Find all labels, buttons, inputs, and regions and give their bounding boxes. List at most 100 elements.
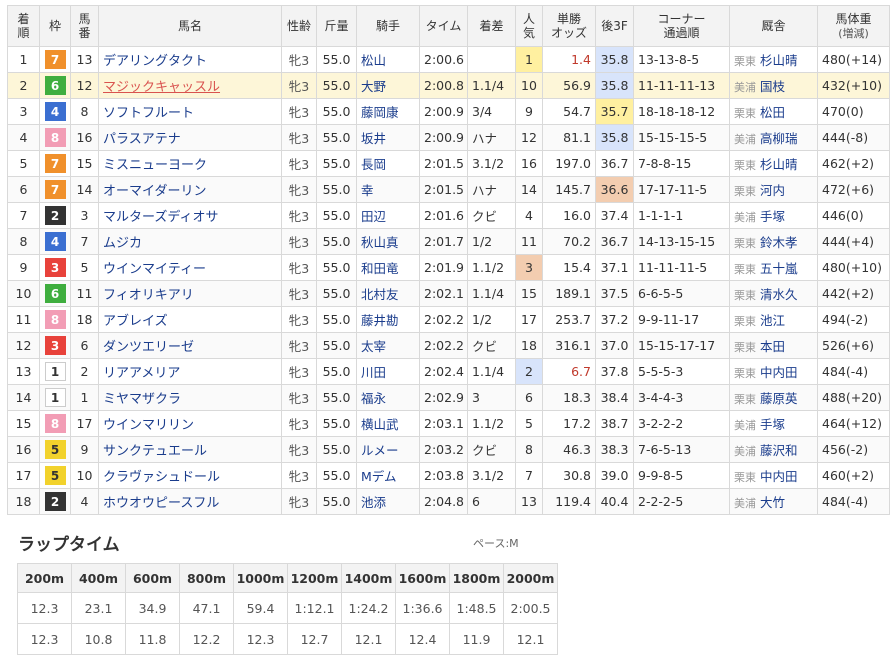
trainer-cell[interactable]: 美浦 藤沢和 [729,436,818,463]
horse-name-cell[interactable]: リアアメリア [98,358,282,385]
jockey-cell[interactable]: 松山 [356,46,420,73]
jockey-link[interactable]: 大野 [361,79,386,94]
horse-name-link[interactable]: ミヤマザクラ [103,392,181,407]
horse-name-cell[interactable]: ミスニューヨーク [98,150,282,177]
trainer-link[interactable]: 高柳瑞 [760,131,798,146]
horse-name-cell[interactable]: パラスアテナ [98,124,282,151]
trainer-cell[interactable]: 栗東 藤原英 [729,384,818,411]
header-time[interactable]: タイム [419,5,468,47]
trainer-link[interactable]: 杉山晴 [760,157,798,172]
jockey-link[interactable]: 坂井 [361,131,386,146]
trainer-link[interactable]: 杉山晴 [760,53,798,68]
jockey-link[interactable]: ルメー [361,443,399,458]
header-chakujun[interactable]: 着順 [7,5,40,47]
jockey-link[interactable]: 横山武 [361,417,399,432]
trainer-link[interactable]: 河内 [760,183,785,198]
horse-name-link[interactable]: クラヴァシュドール [103,470,220,485]
horse-name-link[interactable]: ホウオウピースフル [103,496,219,511]
jockey-link[interactable]: 田辺 [361,209,386,224]
jockey-link[interactable]: 川田 [361,365,386,380]
horse-name-cell[interactable]: サンクテュエール [98,436,282,463]
horse-name-link[interactable]: アブレイズ [103,314,168,329]
trainer-link[interactable]: 手塚 [760,417,785,432]
header-sex-age[interactable]: 性齢 [281,5,317,47]
jockey-link[interactable]: Mデム [361,469,397,484]
trainer-cell[interactable]: 栗東 中内田 [729,462,818,489]
horse-name-cell[interactable]: マジックキャッスル [98,72,282,99]
jockey-cell[interactable]: 北村友 [356,280,420,307]
jockey-link[interactable]: 長岡 [361,157,386,172]
trainer-link[interactable]: 鈴木孝 [760,235,798,250]
horse-name-cell[interactable]: マルターズディオサ [98,202,282,229]
trainer-cell[interactable]: 栗東 五十嵐 [729,254,818,281]
horse-name-link[interactable]: ムジカ [103,236,142,251]
horse-name-cell[interactable]: デアリングタクト [98,46,282,73]
header-margin[interactable]: 着差 [467,5,516,47]
horse-name-link[interactable]: デアリングタクト [103,54,207,69]
horse-name-link[interactable]: マジックキャッスル [103,80,220,95]
trainer-link[interactable]: 中内田 [760,365,798,380]
horse-name-link[interactable]: ウインマリリン [103,418,194,433]
horse-name-link[interactable]: パラスアテナ [103,132,181,147]
jockey-cell[interactable]: 藤岡康 [356,98,420,125]
jockey-cell[interactable]: 横山武 [356,410,420,437]
jockey-link[interactable]: 松山 [361,53,386,68]
trainer-link[interactable]: 大竹 [760,495,785,510]
trainer-cell[interactable]: 美浦 高柳瑞 [729,124,818,151]
jockey-cell[interactable]: 和田竜 [356,254,420,281]
jockey-cell[interactable]: 川田 [356,358,420,385]
jockey-link[interactable]: 池添 [361,495,386,510]
jockey-cell[interactable]: 坂井 [356,124,420,151]
jockey-cell[interactable]: 大野 [356,72,420,99]
horse-name-cell[interactable]: ウインマイティー [98,254,282,281]
horse-name-link[interactable]: リアアメリア [103,366,180,381]
horse-name-link[interactable]: オーマイダーリン [103,184,206,199]
jockey-link[interactable]: 和田竜 [361,261,399,276]
jockey-link[interactable]: 藤井勘 [361,313,399,328]
header-popularity[interactable]: 人気 [515,5,543,47]
trainer-cell[interactable]: 栗東 本田 [729,332,818,359]
jockey-cell[interactable]: 藤井勘 [356,306,420,333]
horse-name-cell[interactable]: クラヴァシュドール [98,462,282,489]
trainer-cell[interactable]: 栗東 鈴木孝 [729,228,818,255]
trainer-cell[interactable]: 栗東 中内田 [729,358,818,385]
horse-name-cell[interactable]: オーマイダーリン [98,176,282,203]
horse-name-cell[interactable]: ミヤマザクラ [98,384,282,411]
trainer-cell[interactable]: 美浦 国枝 [729,72,818,99]
header-waku[interactable]: 枠 [39,5,71,47]
trainer-cell[interactable]: 栗東 清水久 [729,280,818,307]
jockey-link[interactable]: 幸 [361,183,374,198]
trainer-link[interactable]: 中内田 [760,469,798,484]
jockey-cell[interactable]: 長岡 [356,150,420,177]
trainer-link[interactable]: 手塚 [760,209,785,224]
horse-name-cell[interactable]: ダンツエリーゼ [98,332,282,359]
header-trainer[interactable]: 厩舎 [729,5,818,47]
jockey-cell[interactable]: Mデム [356,462,420,489]
trainer-cell[interactable]: 栗東 松田 [729,98,818,125]
jockey-link[interactable]: 秋山真 [361,235,399,250]
horse-name-link[interactable]: サンクテュエール [103,444,207,459]
jockey-cell[interactable]: 田辺 [356,202,420,229]
horse-name-link[interactable]: ダンツエリーゼ [103,340,194,355]
horse-name-link[interactable]: フィオリキアリ [103,288,194,303]
trainer-link[interactable]: 藤原英 [760,391,798,406]
header-weight[interactable]: 馬体重 (増減) [817,5,890,47]
header-last3f[interactable]: 後3F [595,5,634,47]
trainer-cell[interactable]: 栗東 杉山晴 [729,150,818,177]
trainer-cell[interactable]: 栗東 杉山晴 [729,46,818,73]
jockey-cell[interactable]: 太宰 [356,332,420,359]
trainer-link[interactable]: 清水久 [760,287,798,302]
horse-name-cell[interactable]: アブレイズ [98,306,282,333]
trainer-cell[interactable]: 栗東 河内 [729,176,818,203]
trainer-cell[interactable]: 栗東 池江 [729,306,818,333]
header-umaban[interactable]: 馬番 [70,5,99,47]
jockey-link[interactable]: 北村友 [361,287,399,302]
trainer-link[interactable]: 本田 [760,339,785,354]
jockey-cell[interactable]: 福永 [356,384,420,411]
header-odds[interactable]: 単勝 オッズ [542,5,596,47]
trainer-link[interactable]: 藤沢和 [760,443,798,458]
jockey-link[interactable]: 藤岡康 [361,105,399,120]
horse-name-cell[interactable]: ソフトフルート [98,98,282,125]
trainer-link[interactable]: 池江 [760,313,785,328]
trainer-cell[interactable]: 美浦 大竹 [729,488,818,515]
